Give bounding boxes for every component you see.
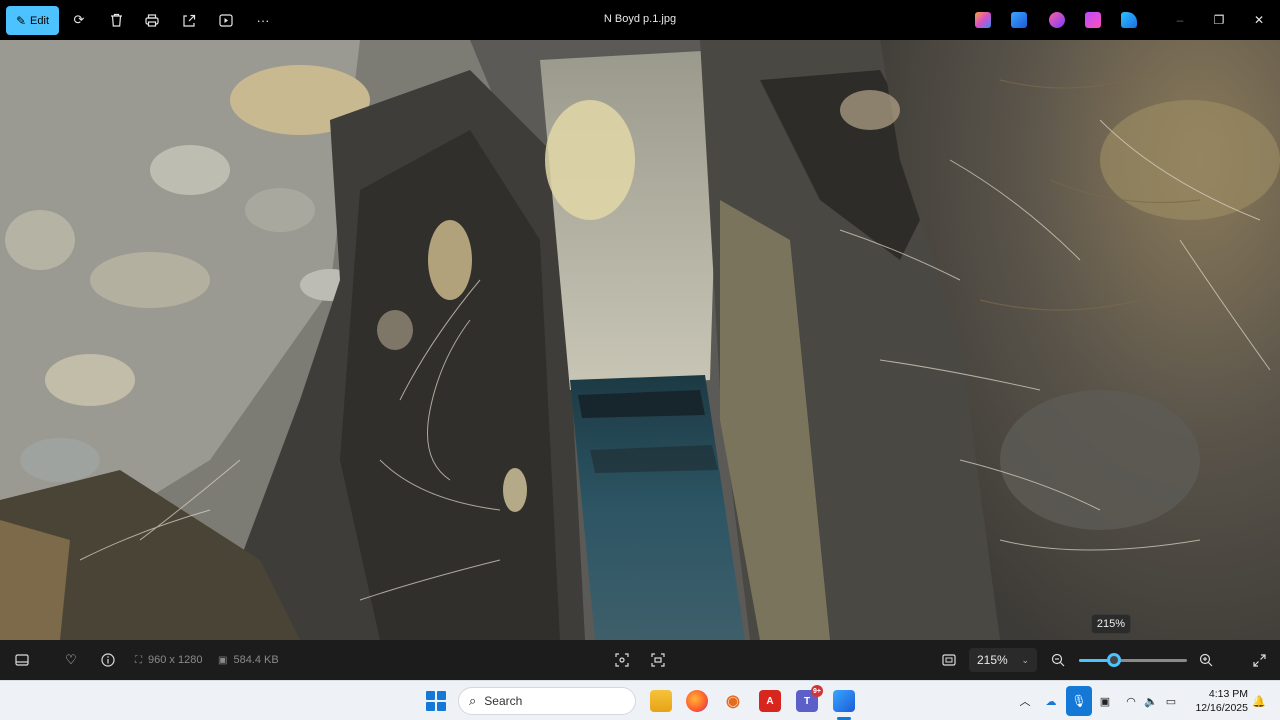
scan-text-icon[interactable] [612, 650, 632, 670]
trench-photo [0, 40, 1280, 640]
favorite-heart-icon[interactable]: ♡ [61, 650, 81, 670]
teams-icon[interactable]: T 9+ [796, 685, 823, 712]
zoom-level-dropdown[interactable]: 215% ⌄ [969, 648, 1037, 672]
maximize-button[interactable]: ❐ [1209, 10, 1229, 30]
battery-icon[interactable]: ▭ [1162, 692, 1180, 710]
windows-logo-tile [426, 702, 435, 711]
top-toolbar: ✎ Edit ⟳ ··· N Boyd p.1.jpg – ❐ ✕ [0, 0, 1280, 40]
fullscreen-icon[interactable] [1249, 650, 1269, 670]
onedrive-edit-icon[interactable] [1121, 12, 1137, 28]
zoom-level-value: 215% [977, 653, 1008, 667]
more-icon[interactable]: ··· [253, 10, 273, 30]
file-size: ▣ 584.4 KB [218, 654, 279, 666]
start-button[interactable] [426, 691, 446, 711]
share-icon[interactable] [179, 10, 199, 30]
dimensions-icon: ⛶ [135, 654, 142, 666]
fit-to-window-icon[interactable] [939, 650, 959, 670]
acrobat-icon[interactable]: A [759, 690, 781, 712]
chevron-up-icon[interactable]: ︿ [1016, 692, 1034, 710]
podcast-icon[interactable]: ◉ [722, 690, 744, 712]
edit-button[interactable]: ✎ Edit [6, 6, 59, 35]
visual-search-icon[interactable] [648, 650, 668, 670]
print-icon[interactable] [142, 10, 162, 30]
window-title: N Boyd p.1.jpg [603, 13, 677, 25]
windows-logo-tile [426, 691, 435, 700]
taskbar-clock[interactable]: 4:13 PM 12/16/2025 [1188, 687, 1248, 715]
teams-notification-badge: 9+ [811, 685, 823, 697]
edit-icon: ✎ [15, 13, 27, 28]
zoom-slider[interactable] [1079, 653, 1187, 667]
paint-icon[interactable] [1085, 12, 1101, 28]
windows-logo-tile [437, 702, 446, 711]
filmstrip-icon[interactable] [12, 650, 32, 670]
file-size-icon: ▣ [218, 654, 228, 666]
file-explorer-icon[interactable] [650, 690, 672, 712]
photos-app-window: ✎ Edit ⟳ ··· N Boyd p.1.jpg – ❐ ✕ 215% ♡… [0, 0, 1280, 680]
onedrive-icon[interactable]: ☁ [1042, 692, 1060, 710]
clock-date: 12/16/2025 [1195, 702, 1248, 714]
delete-icon[interactable] [106, 10, 126, 30]
wifi-icon[interactable]: ◠ [1122, 692, 1140, 710]
photos-icon[interactable] [833, 690, 855, 712]
photos-designer-icon[interactable] [1011, 12, 1027, 28]
dimensions-value: 960 x 1280 [148, 654, 203, 666]
file-size-value: 584.4 KB [233, 654, 279, 666]
zoom-slider-thumb[interactable] [1106, 653, 1121, 667]
zoom-out-icon[interactable] [1048, 650, 1068, 670]
copilot-icon[interactable] [975, 12, 991, 28]
zoom-tooltip: 215% [1091, 614, 1131, 634]
notification-bell-icon[interactable]: 🔔 [1250, 692, 1268, 710]
windows-logo-tile [437, 691, 446, 700]
close-button[interactable]: ✕ [1249, 10, 1269, 30]
windows-taskbar: ⌕ Search ◉ A T 9+ ︿ ☁ 🎙 ▣ ◠ 🔈 ▭ 4:13 PM … [0, 680, 1280, 720]
bottom-bar: ♡ ⛶ 960 x 1280 ▣ 584.4 KB 215% ⌄ [0, 640, 1280, 680]
search-placeholder: Search [484, 694, 523, 708]
clipchamp-icon[interactable] [1049, 12, 1065, 28]
image-dimensions: ⛶ 960 x 1280 [135, 654, 202, 666]
chevron-down-icon: ⌄ [1021, 654, 1029, 665]
file-info-icon[interactable] [98, 650, 118, 670]
volume-icon[interactable]: 🔈 [1142, 692, 1160, 710]
taskbar-search-box[interactable]: ⌕ Search [458, 687, 636, 715]
device-icon[interactable]: ▣ [1096, 692, 1114, 710]
zoom-in-icon[interactable] [1196, 650, 1216, 670]
rotate-icon[interactable]: ⟳ [69, 10, 89, 30]
photo-canvas[interactable] [0, 40, 1280, 640]
slideshow-icon[interactable] [216, 10, 236, 30]
minimize-button[interactable]: – [1170, 10, 1190, 30]
search-icon: ⌕ [469, 693, 477, 708]
edit-button-label: Edit [30, 14, 50, 27]
firefox-icon[interactable] [686, 690, 708, 712]
microphone-in-use-icon[interactable]: 🎙 [1066, 686, 1092, 716]
clock-time: 4:13 PM [1208, 688, 1248, 700]
